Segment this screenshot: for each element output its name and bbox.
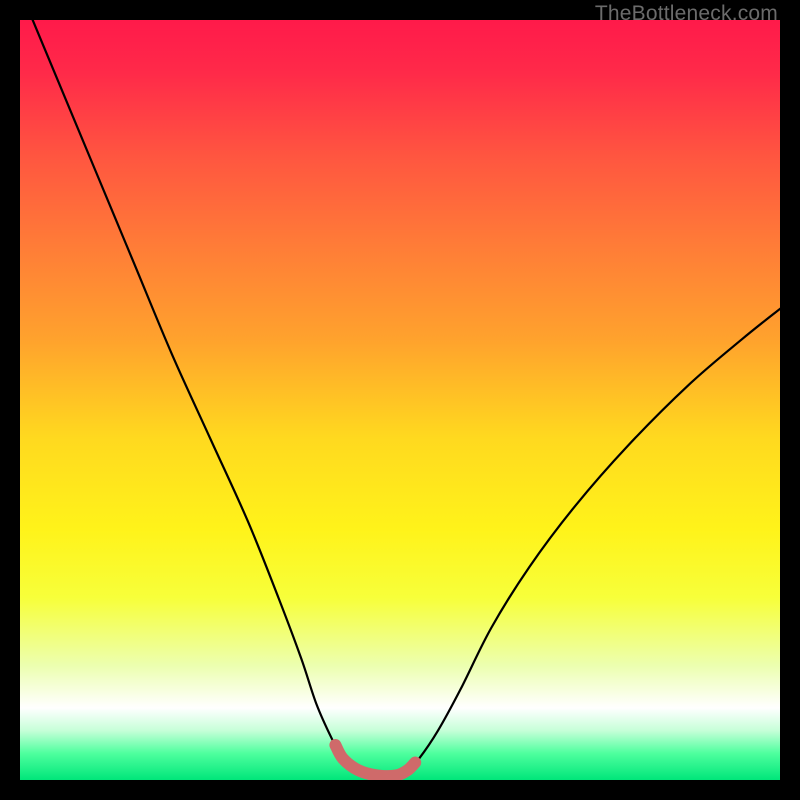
plot-area xyxy=(20,20,780,780)
chart-frame: TheBottleneck.com xyxy=(0,0,800,800)
watermark-text: TheBottleneck.com xyxy=(595,2,778,26)
bottleneck-curve xyxy=(20,20,780,780)
